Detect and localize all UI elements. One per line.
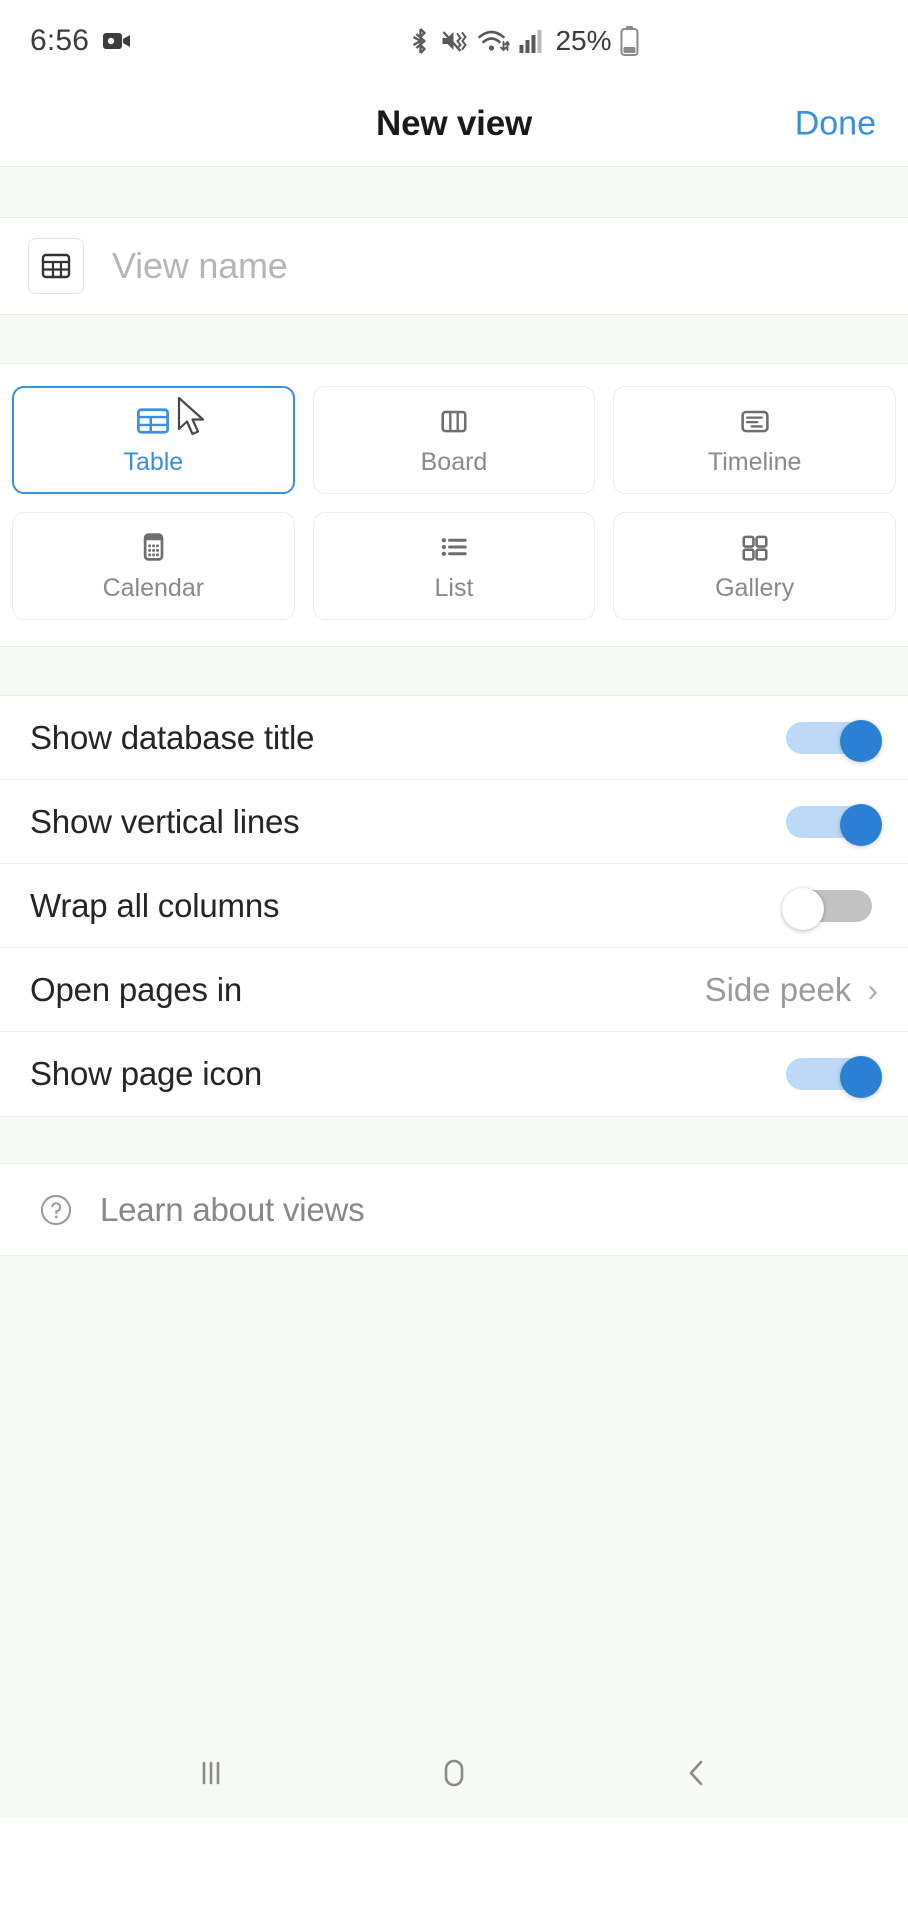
- view-type-calendar[interactable]: Calendar: [12, 512, 295, 620]
- view-name-input[interactable]: View name: [112, 245, 288, 287]
- setting-label: Show vertical lines: [30, 802, 300, 840]
- bluetooth-icon: [409, 27, 431, 55]
- view-type-label: Calendar: [102, 574, 205, 602]
- setting-label: Open pages in: [30, 970, 243, 1008]
- page-bottom-filler: [0, 1256, 908, 1728]
- open-pages-in-value: Side peek: [704, 970, 852, 1008]
- section-divider-settings: [0, 646, 908, 696]
- table-icon: [135, 403, 171, 439]
- view-name-icon-button[interactable]: [28, 238, 84, 294]
- battery-icon: [620, 26, 639, 56]
- setting-control: Side peek ›: [705, 971, 878, 1009]
- wifi-icon: [477, 27, 510, 55]
- setting-control: [782, 887, 878, 930]
- back-button[interactable]: [642, 1738, 752, 1808]
- settings-list: Show database title Show vertical lines …: [0, 696, 908, 1116]
- mute-vibrate-icon: [440, 27, 468, 55]
- timeline-icon: [737, 403, 773, 439]
- list-icon: [436, 529, 472, 565]
- setting-row-wrap-all-columns[interactable]: Wrap all columns: [0, 864, 908, 948]
- status-bar-clock: 6:56: [30, 24, 90, 57]
- setting-control: [786, 1056, 882, 1098]
- phone-screen: 6:56 25% New view Done View name Table B…: [0, 0, 908, 1920]
- view-name-row[interactable]: View name: [0, 218, 908, 314]
- setting-row-show-page-icon[interactable]: Show page icon: [0, 1032, 908, 1116]
- gallery-icon: [737, 529, 773, 565]
- setting-control: [786, 719, 882, 762]
- table-icon: [40, 250, 72, 282]
- status-bar: 6:56 25%: [0, 0, 908, 82]
- done-button[interactable]: Done: [795, 105, 876, 144]
- setting-label: Show database title: [30, 718, 315, 756]
- section-divider-top: [0, 166, 908, 218]
- page-title: New view: [376, 104, 532, 143]
- view-type-list[interactable]: List: [312, 512, 596, 620]
- learn-about-views-row[interactable]: Learn about views: [0, 1164, 908, 1256]
- wrap-all-columns-toggle[interactable]: [782, 887, 878, 930]
- show-page-icon-toggle[interactable]: [786, 1056, 882, 1098]
- board-icon: [436, 403, 472, 439]
- cellular-signal-icon: [518, 28, 544, 54]
- mouse-cursor-icon: [176, 396, 210, 440]
- view-type-table[interactable]: Table: [12, 386, 295, 494]
- show-database-title-toggle[interactable]: [786, 719, 882, 762]
- status-bar-right: 25%: [409, 25, 639, 57]
- view-type-timeline[interactable]: Timeline: [613, 386, 896, 494]
- help-circle-icon: [38, 1192, 74, 1228]
- setting-row-show-vertical-lines[interactable]: Show vertical lines: [0, 780, 908, 864]
- view-type-gallery[interactable]: Gallery: [613, 512, 896, 620]
- setting-row-show-database-title[interactable]: Show database title: [0, 696, 908, 780]
- section-divider-mid: [0, 314, 908, 364]
- view-type-label: Table: [123, 448, 184, 476]
- status-bar-left: 6:56: [30, 24, 131, 58]
- recents-button[interactable]: [156, 1738, 266, 1808]
- screen-recorder-icon: [103, 30, 131, 52]
- view-type-label: List: [434, 574, 474, 602]
- setting-row-open-pages-in[interactable]: Open pages in Side peek ›: [0, 948, 908, 1032]
- show-vertical-lines-toggle[interactable]: [786, 803, 882, 846]
- section-divider-learn: [0, 1116, 908, 1164]
- setting-label: Wrap all columns: [30, 886, 280, 924]
- view-type-grid: Table Board Timeline Calendar List Galle…: [0, 364, 908, 646]
- calendar-icon: [135, 529, 171, 565]
- setting-label: Show page icon: [30, 1055, 263, 1092]
- battery-percent-label: 25%: [555, 25, 612, 56]
- system-nav-bar: [0, 1728, 908, 1818]
- view-type-label: Gallery: [715, 574, 795, 602]
- view-type-label: Board: [420, 448, 488, 476]
- home-button[interactable]: [399, 1738, 509, 1808]
- chevron-right-icon: ›: [867, 971, 878, 1008]
- view-type-label: Timeline: [707, 448, 802, 476]
- view-type-board[interactable]: Board: [312, 386, 596, 494]
- setting-control: [786, 803, 882, 846]
- page-header: New view Done: [0, 82, 908, 166]
- learn-about-views-label: Learn about views: [100, 1190, 365, 1228]
